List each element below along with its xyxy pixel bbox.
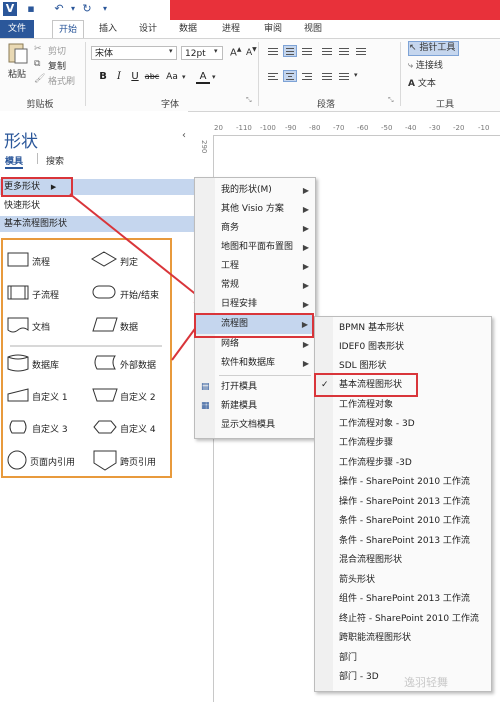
submenu-item[interactable]: 箭头形状: [314, 571, 490, 590]
menu-item-label: 终止符 - SharePoint 2010 工作流: [339, 614, 479, 624]
menu-item-label: 工作流程步骤 -3D: [339, 458, 412, 468]
menu-item-label: 工作流程对象: [339, 400, 394, 410]
submenu-arrow-icon: ▶: [302, 243, 309, 252]
menu-item-label: 工程: [221, 261, 240, 271]
new-stencil-icon: ▦: [201, 401, 210, 411]
menu-item-label: 新建模具: [221, 401, 258, 411]
submenu-item[interactable]: 部门: [314, 649, 490, 668]
watermark: 逸羽轻舞: [404, 676, 448, 689]
menu-item-label: 地图和平面布置图: [221, 242, 294, 252]
menu-item-label: 部门: [339, 653, 358, 663]
menu-item-label: 跨职能流程图形状: [339, 633, 412, 643]
menu-item-new-stencil[interactable]: ▦ 新建模具: [195, 397, 315, 416]
submenu-item[interactable]: 部门 - 3D: [314, 668, 490, 687]
submenu-item[interactable]: 跨职能流程图形状: [314, 629, 490, 648]
submenu-item[interactable]: 工作流程步骤: [314, 434, 490, 453]
menu-item-label: 混合流程图形状: [339, 555, 403, 565]
menu-item-other-visio[interactable]: 其他 Visio 方案 ▶: [195, 200, 315, 219]
menu-item-label: 工作流程步骤: [339, 438, 394, 448]
submenu-arrow-icon: ▶: [302, 359, 309, 368]
menu-item-label: 常规: [221, 280, 240, 290]
menu-item-label: 组件 - SharePoint 2013 工作流: [339, 594, 470, 604]
menu-item-label: 我的形状(M): [221, 185, 272, 195]
menu-item-label: 工作流程对象 - 3D: [339, 419, 415, 429]
submenu-item-bpmn[interactable]: BPMN 基本形状: [314, 319, 490, 338]
menu-item-label: 商务: [221, 223, 240, 233]
menu-item-label: BPMN 基本形状: [339, 323, 404, 333]
menu-item-show-document-stencil[interactable]: 显示文档模具: [195, 416, 315, 435]
submenu-arrow-icon: ▶: [302, 224, 309, 233]
submenu-item[interactable]: 条件 - SharePoint 2013 工作流: [314, 532, 490, 551]
open-stencil-icon: ▤: [201, 382, 210, 392]
submenu-item[interactable]: 条件 - SharePoint 2010 工作流: [314, 512, 490, 531]
menu-item-label: 部门 - 3D: [339, 672, 379, 682]
submenu-item-idef0[interactable]: IDEF0 图表形状: [314, 338, 490, 357]
submenu-arrow-icon: ▶: [302, 205, 309, 214]
flowchart-highlight: [194, 313, 314, 338]
menu-item-label: 条件 - SharePoint 2013 工作流: [339, 536, 470, 546]
menu-item-open-stencil[interactable]: ▤ 打开模具: [195, 378, 315, 397]
menu-item-label: IDEF0 图表形状: [339, 342, 405, 352]
menu-separator: [219, 375, 311, 376]
submenu-item[interactable]: 工作流程对象 - 3D: [314, 415, 490, 434]
menu-item-general[interactable]: 常规 ▶: [195, 276, 315, 295]
menu-item-label: 箭头形状: [339, 575, 376, 585]
basic-flowchart-highlight: [314, 373, 418, 397]
submenu-arrow-icon: ▶: [302, 300, 309, 309]
submenu-item[interactable]: 工作流程对象: [314, 396, 490, 415]
menu-item-business[interactable]: 商务 ▶: [195, 219, 315, 238]
menu-item-maps[interactable]: 地图和平面布置图 ▶: [195, 238, 315, 257]
menu-item-label: 日程安排: [221, 299, 258, 309]
menu-item-label: 软件和数据库: [221, 358, 276, 368]
menu-item-label: 操作 - SharePoint 2013 工作流: [339, 497, 470, 507]
submenu-arrow-icon: ▶: [302, 262, 309, 271]
submenu-item[interactable]: 操作 - SharePoint 2010 工作流: [314, 473, 490, 492]
annotation-arrow-1: [69, 193, 212, 307]
submenu-arrow-icon: ▶: [302, 186, 309, 195]
menu-item-engineering[interactable]: 工程 ▶: [195, 257, 315, 276]
submenu-arrow-icon: ▶: [302, 281, 309, 290]
menu-item-label: 操作 - SharePoint 2010 工作流: [339, 477, 470, 487]
menu-item-software-db[interactable]: 软件和数据库 ▶: [195, 354, 315, 373]
menu-item-label: 显示文档模具: [221, 420, 276, 430]
menu-item-label: 其他 Visio 方案: [221, 204, 284, 214]
submenu-item[interactable]: 混合流程图形状: [314, 551, 490, 570]
submenu-item[interactable]: 操作 - SharePoint 2013 工作流: [314, 493, 490, 512]
menu-item-label: 打开模具: [221, 382, 258, 392]
menu-item-label: 条件 - SharePoint 2010 工作流: [339, 516, 470, 526]
menu-item-schedule[interactable]: 日程安排 ▶: [195, 295, 315, 314]
submenu-item[interactable]: 终止符 - SharePoint 2010 工作流: [314, 610, 490, 629]
menu-item-my-shapes[interactable]: 我的形状(M) ▶: [195, 181, 315, 200]
submenu-item[interactable]: 组件 - SharePoint 2013 工作流: [314, 590, 490, 609]
more-shapes-menu: 我的形状(M) ▶ 其他 Visio 方案 ▶ 商务 ▶ 地图和平面布置图 ▶ 工程 ▶ …: [194, 177, 316, 439]
submenu-item[interactable]: 工作流程步骤 -3D: [314, 454, 490, 473]
